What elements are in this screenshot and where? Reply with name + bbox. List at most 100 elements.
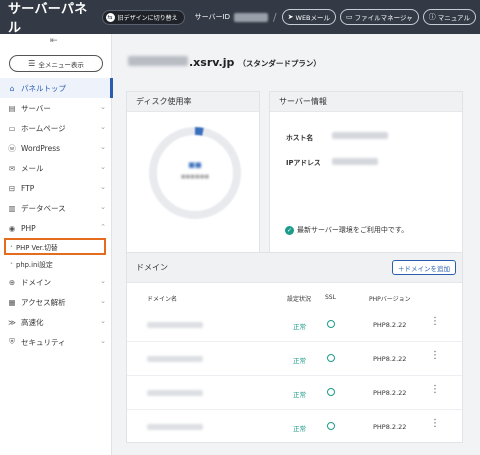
sidebar-item-label: PHP [21,223,36,233]
main-content: .xsrv.jp （スタンダードプラン） ディスク使用率 ■■ ■■■■■■ サ… [113,34,480,455]
domain-name-redacted [147,390,203,396]
php-version-value: PHP8.2.22 [373,355,407,363]
chevron-down-icon: ⌄ [100,203,106,211]
chevron-down-icon: ⌄ [100,277,106,285]
col-php-version: PHPバージョン [369,296,411,303]
status-badge: 正常 [293,357,306,365]
shield-icon: ⛨ [9,337,15,346]
host-label: ホスト名 [286,134,314,142]
folder-icon: ▭ [346,13,353,21]
table-row: 正常 PHP8.2.22 ⋮ [127,308,462,342]
server-id-label: サーバーID [194,13,230,21]
col-domain-name: ドメイン名 [147,296,178,303]
domains-card: ドメイン ＋ドメインを追加 ドメイン名 設定状況 SSL PHPバージョン 正常… [126,252,463,443]
add-domain-button[interactable]: ＋ドメインを追加 [392,260,456,275]
sidebar-item-label: セキュリティ [21,337,66,347]
manual-button[interactable]: ⓘ マニュアル [422,9,476,25]
webmail-button[interactable]: ➤ WEBメール [281,9,337,25]
mail-icon: ✉ [8,163,16,173]
sidebar-item-homepage[interactable]: ▭ ホームページ ⌄ [0,118,112,138]
manual-label: マニュアル [437,14,470,22]
brand-title: サーバーパネル [8,2,88,36]
sidebar-item-mail[interactable]: ✉ メール ⌄ [0,158,112,178]
disk-usage-card: ディスク使用率 ■■ ■■■■■■ [126,91,260,266]
domain-name-redacted [147,424,203,430]
ssl-circle-icon [327,354,335,362]
disk-usage-value-redacted: ■■ [188,161,202,169]
server-icon: ▤ [8,103,16,113]
sidebar-item-label: メール [21,163,44,173]
sidebar: ⇤ ☰ 全メニュー表示 ⌂ パネルトップ ▤ サーバー ⌄ ▭ ホームページ ⌄… [0,34,113,455]
help-icon: ⓘ [428,13,436,21]
sidebar-item-label: サーバー [21,103,51,113]
sidebar-item-security[interactable]: ⛨ セキュリティ ⌄ [0,332,112,352]
chevron-up-icon: ⌃ [100,223,106,231]
sidebar-item-wordpress[interactable]: ⓦ WordPress ⌄ [0,138,112,158]
check-circle-icon: ✓ [285,225,294,235]
chevron-down-icon: ⌄ [100,297,106,305]
sidebar-subitem-php-version[interactable]: • PHP Ver.切替 [4,238,106,255]
top-header: サーバーパネル ⇆ 旧デザインに切り替え サーバーID / ➤ WEBメール ▭… [0,0,480,36]
sidebar-item-label: ホームページ [21,123,66,133]
domain-name-redacted [147,322,203,328]
table-row: 正常 PHP8.2.22 ⋮ [127,376,462,410]
server-info-title: サーバー情報 [270,92,462,112]
sidebar-item-label: WordPress [21,143,61,153]
speed-icon: ≫ [8,317,16,327]
home-icon: ⌂ [9,83,15,93]
plan-label: （スタンダードプラン） [238,59,321,68]
all-menu-button[interactable]: ☰ 全メニュー表示 [9,55,103,72]
sidebar-item-label: ドメイン [21,277,51,287]
disk-usage-donut: ■■ ■■■■■■ [147,125,243,221]
php-version-value: PHP8.2.22 [373,389,407,397]
wordpress-icon: ⓦ [8,143,16,153]
collapse-sidebar-icon[interactable]: ⇤ [50,36,58,46]
chart-icon: ▦ [8,297,16,307]
php-icon: ◉ [8,223,16,233]
sidebar-item-domain[interactable]: ⊕ ドメイン ⌄ [0,272,112,292]
domain-name-redacted [147,356,203,362]
sidebar-subitem-label: php.ini設定 [16,260,53,269]
more-options-icon[interactable]: ⋮ [430,351,440,361]
table-row: 正常 PHP8.2.22 ⋮ [127,342,462,376]
col-status: 設定状況 [287,296,312,303]
donut-chart [149,127,241,219]
more-options-icon[interactable]: ⋮ [430,385,440,395]
file-manager-button[interactable]: ▭ ファイルマネージャ [340,9,419,25]
sidebar-item-database[interactable]: ▥ データベース ⌄ [0,198,112,218]
chevron-down-icon: ⌄ [100,163,106,171]
disk-usage-title: ディスク使用率 [127,92,259,112]
sidebar-item-ftp[interactable]: ⊟ FTP ⌄ [0,178,112,198]
domain-prefix-redacted [128,56,188,66]
sidebar-item-panel-top[interactable]: ⌂ パネルトップ [0,78,113,98]
sidebar-item-analytics[interactable]: ▦ アクセス解析 ⌄ [0,292,112,312]
ip-label: IPアドレス [286,159,321,167]
sidebar-item-php[interactable]: ◉ PHP ⌃ [0,218,112,238]
ssl-circle-icon [327,320,335,328]
server-id-value [233,12,268,22]
chevron-down-icon: ⌄ [100,143,106,151]
sidebar-item-label: アクセス解析 [21,297,66,307]
more-options-icon[interactable]: ⋮ [430,317,440,327]
ftp-icon: ⊟ [8,183,16,193]
status-badge: 正常 [293,425,306,433]
old-design-button[interactable]: ⇆ 旧デザインに切り替え [101,9,185,25]
php-version-value: PHP8.2.22 [373,321,407,329]
disk-usage-detail-redacted: ■■■■■■ [180,174,210,180]
php-version-value: PHP8.2.22 [373,423,407,431]
sidebar-subitem-php-ini[interactable]: • php.ini設定 [0,255,112,272]
domain-suffix: .xsrv.jp [189,56,235,69]
sidebar-item-label: データベース [21,203,66,213]
status-badge: 正常 [293,323,306,331]
sidebar-item-label: FTP [21,183,35,193]
database-icon: ▥ [8,203,16,213]
page-title: .xsrv.jp （スタンダードプラン） [128,56,321,69]
sidebar-item-server[interactable]: ▤ サーバー ⌄ [0,98,112,118]
server-env-status: ✓ 最新サーバー環境をご利用中です。 [285,225,408,235]
window-icon: ▭ [8,123,16,133]
file-manager-label: ファイルマネージャ [354,14,413,22]
more-options-icon[interactable]: ⋮ [430,419,440,429]
chevron-down-icon: ⌄ [100,183,106,191]
send-icon: ➤ [287,13,294,21]
sidebar-item-speedup[interactable]: ≫ 高速化 ⌄ [0,312,112,332]
